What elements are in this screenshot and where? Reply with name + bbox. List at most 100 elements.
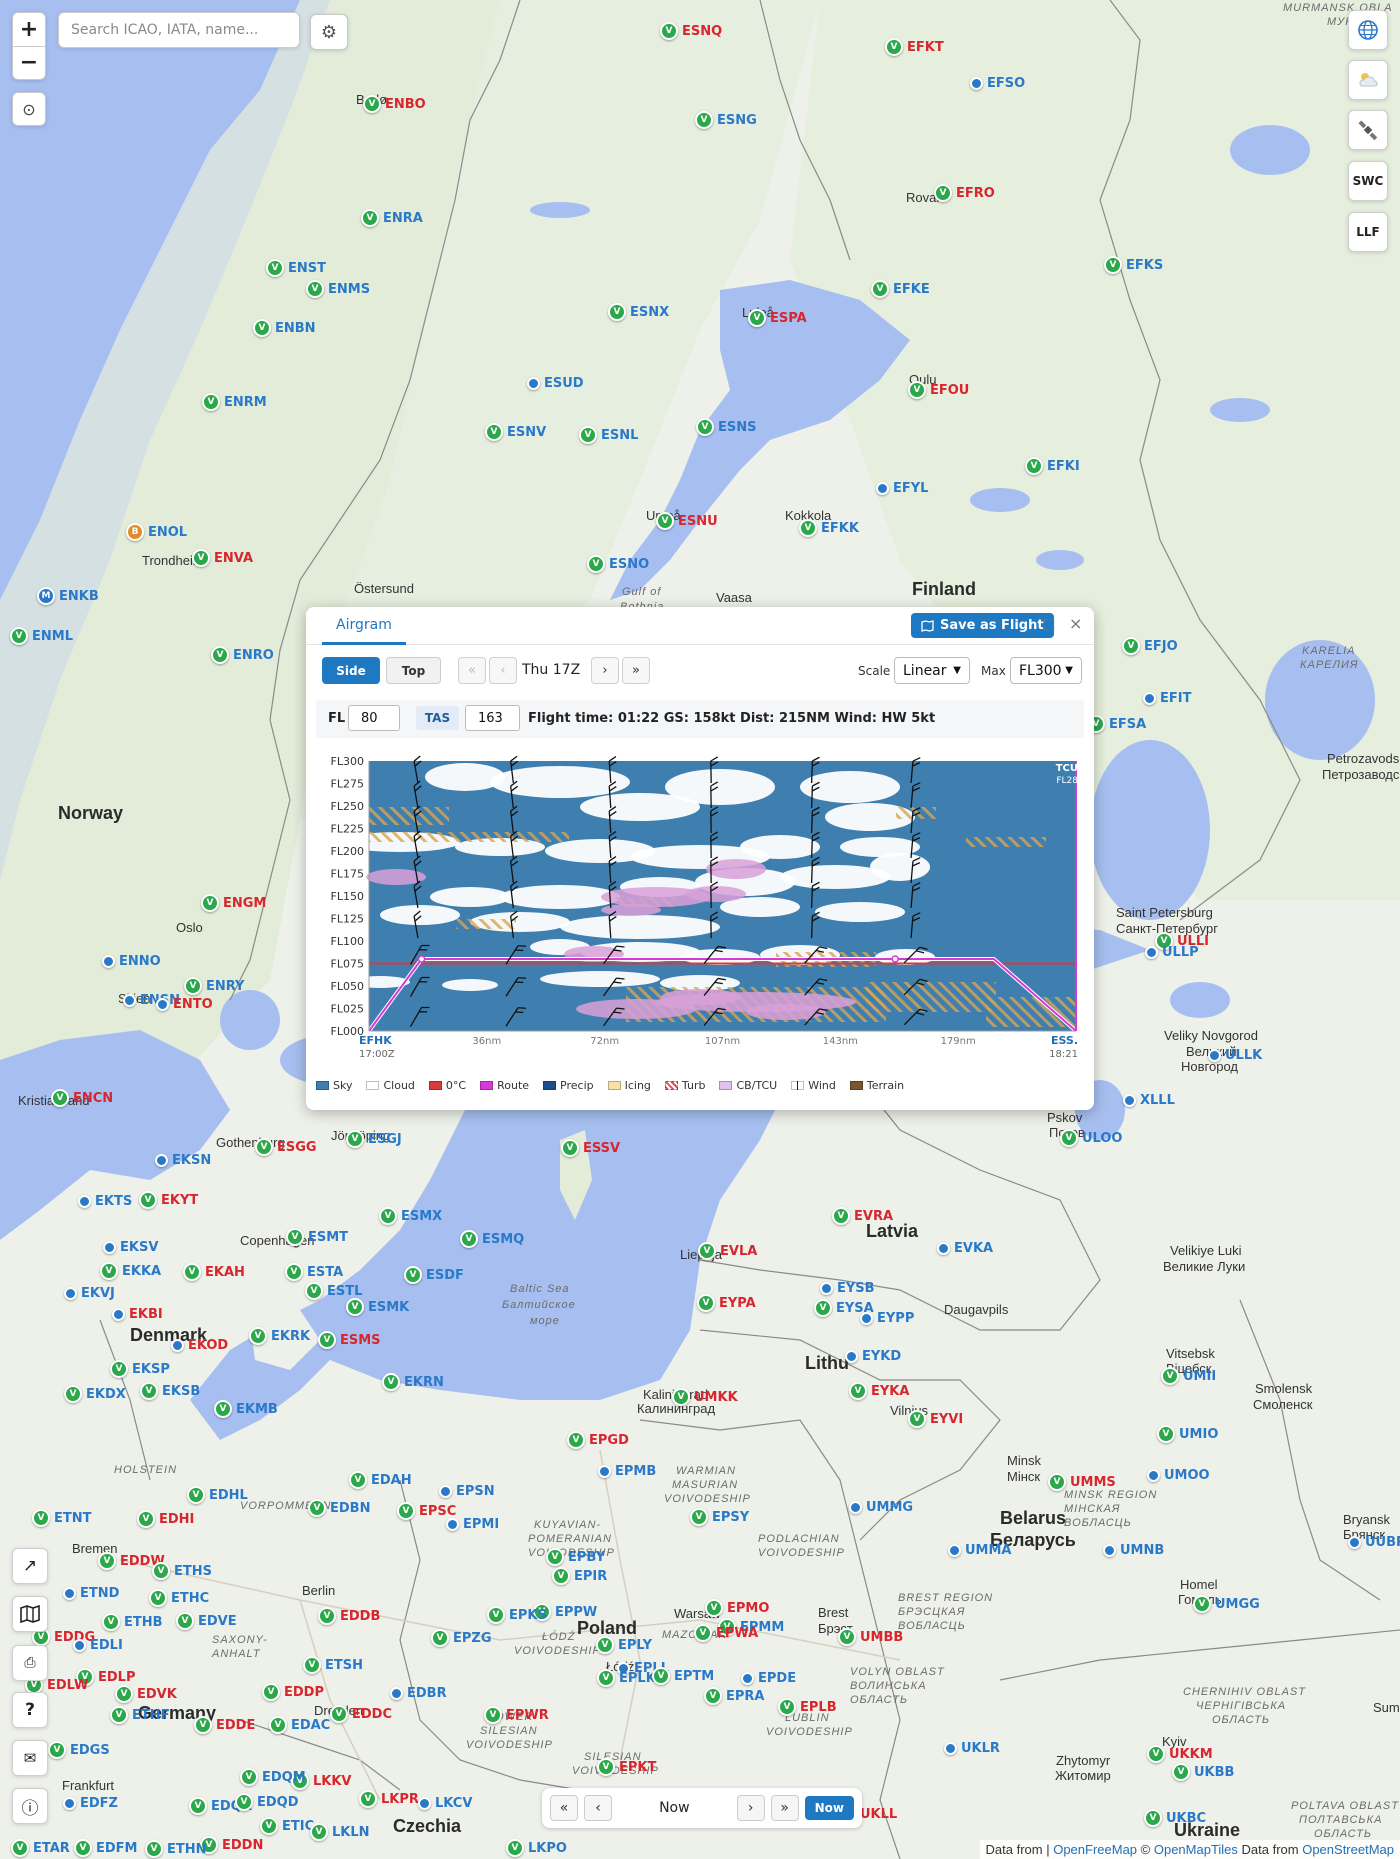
airport-marker[interactable]: EYPP <box>860 1311 914 1326</box>
airport-marker[interactable]: UKLR <box>944 1741 1000 1756</box>
weather-button[interactable] <box>1348 60 1388 100</box>
time-next-button[interactable]: › <box>736 1795 765 1821</box>
airport-marker[interactable]: V EDDC <box>330 1705 392 1723</box>
airport-marker[interactable]: V EPKT <box>597 1758 656 1776</box>
airport-marker[interactable]: ETND <box>63 1586 119 1601</box>
airport-marker[interactable]: V ESPA <box>748 309 807 327</box>
airport-marker[interactable]: V LKPO <box>506 1839 567 1857</box>
help-button[interactable]: ? <box>12 1692 48 1728</box>
airport-marker[interactable]: V ESMK <box>346 1298 409 1316</box>
airport-marker[interactable]: ESUD <box>527 376 584 391</box>
search-input[interactable] <box>58 12 300 48</box>
airport-marker[interactable]: V UMGG <box>1193 1595 1260 1613</box>
view-side-button[interactable]: Side <box>322 657 380 684</box>
airport-marker[interactable]: EKSV <box>103 1240 158 1255</box>
airport-marker[interactable]: V EDVK <box>115 1685 177 1703</box>
save-as-flight-button[interactable]: Save as Flight <box>911 613 1054 638</box>
expand-icon[interactable]: ⛶ <box>1044 616 1055 634</box>
airport-marker[interactable]: V EKSB <box>140 1382 200 1400</box>
airport-marker[interactable]: V EPLB <box>778 1698 837 1716</box>
airport-marker[interactable]: V ENRA <box>361 209 423 227</box>
time-last-button[interactable]: » <box>770 1795 799 1821</box>
airport-marker[interactable]: EFSO <box>970 76 1025 91</box>
airport-marker[interactable]: V ESNG <box>695 111 757 129</box>
airport-marker[interactable]: V UKKM <box>1147 1745 1213 1763</box>
airport-marker[interactable]: V EPGD <box>567 1431 629 1449</box>
airport-marker[interactable]: B ENOL <box>126 523 187 541</box>
airport-marker[interactable]: ULLP <box>1145 945 1199 960</box>
airport-marker[interactable]: V ESSV <box>561 1139 620 1157</box>
airport-marker[interactable]: V EVLA <box>698 1242 757 1260</box>
airport-marker[interactable]: V ETIC <box>260 1817 314 1835</box>
airport-marker[interactable]: EYKD <box>845 1349 901 1364</box>
airport-marker[interactable]: V EYPA <box>697 1294 756 1312</box>
airport-marker[interactable]: ENNO <box>102 954 161 969</box>
airport-marker[interactable]: V ENRY <box>184 977 244 995</box>
airport-marker[interactable]: V UKBB <box>1172 1763 1234 1781</box>
airport-marker[interactable]: EPDE <box>741 1671 796 1686</box>
mail-button[interactable]: ✉ <box>12 1740 48 1776</box>
airport-marker[interactable]: V UMIO <box>1157 1425 1218 1443</box>
airport-marker[interactable]: V EFSA <box>1087 715 1146 733</box>
airport-marker[interactable]: LKCV <box>418 1796 472 1811</box>
openmaptiles-link[interactable]: OpenMapTiles <box>1154 1842 1238 1857</box>
airport-marker[interactable]: EPMI <box>446 1517 499 1532</box>
airport-marker[interactable]: V EFKI <box>1025 457 1080 475</box>
airport-marker[interactable]: V EDBN <box>308 1499 370 1517</box>
airport-marker[interactable]: V EDHL <box>187 1486 248 1504</box>
airport-marker[interactable]: EFIT <box>1143 691 1191 706</box>
max-select[interactable]: FL300 ▼ <box>1010 657 1082 684</box>
view-top-button[interactable]: Top <box>386 657 441 684</box>
airport-marker[interactable]: V UMBB <box>838 1628 903 1646</box>
zoom-in-button[interactable]: + <box>13 13 45 46</box>
airport-marker[interactable]: V EPBY <box>546 1548 605 1566</box>
airport-marker[interactable]: V EKRN <box>382 1373 444 1391</box>
zoom-out-button[interactable]: − <box>13 45 45 80</box>
airport-marker[interactable]: V ULOO <box>1060 1129 1122 1147</box>
airport-marker[interactable]: V ENML <box>10 627 73 645</box>
airport-marker[interactable]: V ETHS <box>152 1562 212 1580</box>
airport-marker[interactable]: V ESMX <box>379 1207 442 1225</box>
airgram-prev-button[interactable]: ‹ <box>489 657 517 684</box>
airport-marker[interactable]: V EPMO <box>705 1599 769 1617</box>
airport-marker[interactable]: EPMB <box>598 1464 656 1479</box>
airport-marker[interactable]: V EFKE <box>871 280 930 298</box>
airport-marker[interactable]: V EKDX <box>64 1385 126 1403</box>
airport-marker[interactable]: V EFJO <box>1122 637 1178 655</box>
airport-marker[interactable]: V EPWR <box>484 1706 549 1724</box>
airport-marker[interactable]: V EDDN <box>200 1836 263 1854</box>
airport-marker[interactable]: V ENVA <box>192 549 253 567</box>
airport-marker[interactable]: V ESGG <box>255 1138 317 1156</box>
airport-marker[interactable]: V EDAC <box>269 1716 330 1734</box>
airport-marker[interactable]: V UMII <box>1161 1367 1216 1385</box>
airport-marker[interactable]: V EDHI <box>137 1510 194 1528</box>
airport-marker[interactable]: EPSN <box>439 1484 495 1499</box>
airport-marker[interactable]: UMNB <box>1103 1543 1164 1558</box>
airport-marker[interactable]: V EPKS <box>487 1606 547 1624</box>
airport-marker[interactable]: UUBP <box>1348 1535 1400 1550</box>
openfreemap-link[interactable]: OpenFreeMap <box>1053 1842 1137 1857</box>
airport-marker[interactable]: V EDDB <box>318 1607 380 1625</box>
airport-marker[interactable]: V ESDF <box>404 1266 464 1284</box>
airport-marker[interactable]: V ETHN <box>145 1840 207 1858</box>
airport-marker[interactable]: ULLK <box>1208 1048 1262 1063</box>
openstreetmap-link[interactable]: OpenStreetMap <box>1302 1842 1394 1857</box>
airport-marker[interactable]: V EPIR <box>552 1567 607 1585</box>
airport-marker[interactable]: V ESNL <box>579 426 638 444</box>
airport-marker[interactable]: V ESNS <box>696 418 757 436</box>
airport-marker[interactable]: EKOD <box>171 1338 228 1353</box>
airgram-last-button[interactable]: » <box>622 657 650 684</box>
airport-marker[interactable]: V ENBO <box>363 95 426 113</box>
airport-marker[interactable]: EFYL <box>876 481 928 496</box>
info-button[interactable]: ⓘ <box>12 1788 48 1824</box>
airport-marker[interactable]: V LKPR <box>359 1790 419 1808</box>
airport-marker[interactable]: V ESNV <box>485 423 546 441</box>
airport-marker[interactable]: EDFZ <box>63 1796 118 1811</box>
airport-marker[interactable]: V EKYT <box>139 1191 198 1209</box>
satellite-button[interactable] <box>1348 110 1388 150</box>
airport-marker[interactable]: V ENMS <box>306 280 370 298</box>
airport-marker[interactable]: V EDDE <box>194 1716 255 1734</box>
airport-marker[interactable]: V EPSY <box>690 1508 749 1526</box>
airport-marker[interactable]: V LKLN <box>310 1823 370 1841</box>
route-arrow-button[interactable]: ↗ <box>12 1548 48 1584</box>
